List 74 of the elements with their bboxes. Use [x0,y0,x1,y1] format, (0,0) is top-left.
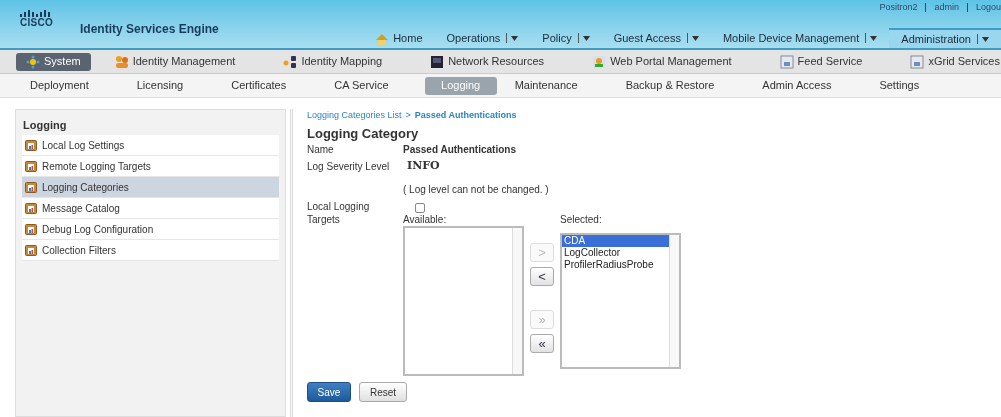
reset-button[interactable]: Reset [359,382,407,402]
user-link[interactable]: admin [934,1,959,15]
clipboard-icon [25,181,37,193]
field-value: Passed Authentications [403,142,516,157]
sidebar-item[interactable]: Remote Logging Targets [22,156,279,177]
scrollbar[interactable] [512,228,522,374]
logo-bars-icon [20,10,50,17]
list-label: Selected: [560,214,603,226]
home-icon [375,31,390,45]
nav-menu-item[interactable]: Home [363,28,435,48]
clipboard-icon [25,202,37,214]
sidebar-title: Logging [22,118,68,133]
sidebar-item[interactable]: Message Catalog [22,198,279,219]
section-tab[interactable]: Identity Mapping [273,52,393,71]
tab[interactable]: Settings [867,76,932,95]
sidebar-item[interactable]: Collection Filters [22,240,279,261]
nav-menu-item[interactable]: Policy [530,28,602,48]
section-tab[interactable]: System [16,52,91,71]
field-label: Local Logging [307,200,371,213]
breadcrumb-link[interactable]: Logging Categories List [307,109,402,123]
field-label: Targets [307,213,341,226]
network-device-icon [430,54,445,69]
form-title: Logging Category [307,126,420,142]
list-option[interactable]: LogCollector [562,247,669,259]
nav-menu-item[interactable]: Administration [889,28,1001,48]
user-link[interactable]: Positron2 [879,1,918,15]
list-box[interactable] [403,226,524,376]
tab[interactable]: Backup & Restore [613,76,727,95]
list-option[interactable]: CDA [562,235,669,247]
section-tab[interactable]: Identity Management [104,52,246,71]
section-tab[interactable]: Web Portal Management [582,52,742,71]
move-button[interactable]: « [530,334,554,353]
tab[interactable]: Admin Access [750,76,844,95]
field-label: Log Severity Level [307,159,391,174]
sidebar-item[interactable]: Debug Log Configuration [22,219,279,240]
section-tab[interactable]: Feed Service [769,52,873,71]
save-button[interactable]: Save [307,382,351,402]
list-option[interactable]: ProfilerRadiusProbe [562,259,669,271]
scrollbar[interactable] [669,235,679,367]
nav-menu-item[interactable]: Guest Access [601,28,711,48]
splitter[interactable] [290,109,293,417]
field-value: INFO [407,157,440,174]
breadcrumb-current: Passed Authentications [414,109,517,123]
portal-icon [592,54,607,69]
nav-menu-item[interactable]: Operations [434,28,531,48]
logo-text: CISCO [20,17,54,29]
list-label: Available: [403,214,448,226]
clipboard-icon [25,139,37,151]
breadcrumb-separator: > [405,109,411,123]
tab[interactable]: Certificates [219,76,299,95]
window-icon [779,54,794,69]
tab[interactable]: CA Service [322,76,401,95]
clipboard-icon [25,244,37,256]
nav-menu-item[interactable]: Mobile Device Management [710,28,890,48]
user-link[interactable]: Logou [975,1,1001,15]
clipboard-icon [25,223,37,235]
tab[interactable]: Maintenance [502,76,590,95]
tab[interactable]: Licensing [124,76,196,95]
checkbox[interactable] [415,203,425,213]
section-tab[interactable]: xGrid Services [900,52,1001,71]
identity-mapping-icon [283,54,298,69]
field-label: Name [307,142,335,157]
note-text: ( Log level can not be changed. ) [403,183,550,197]
app-title: Identity Services Engine [80,21,219,38]
move-button[interactable]: < [530,267,554,286]
section-tab[interactable]: Network Resources [420,52,555,71]
clipboard-icon [25,160,37,172]
window-icon [910,54,925,69]
tab[interactable]: Deployment [18,76,101,95]
system-icon [26,54,40,69]
people-icon [114,54,129,69]
list-box[interactable]: CDA LogCollector ProfilerRadiusProbe [560,233,681,369]
sidebar-item[interactable]: Logging Categories [22,177,279,198]
sidebar-item[interactable]: Local Log Settings [22,135,279,156]
